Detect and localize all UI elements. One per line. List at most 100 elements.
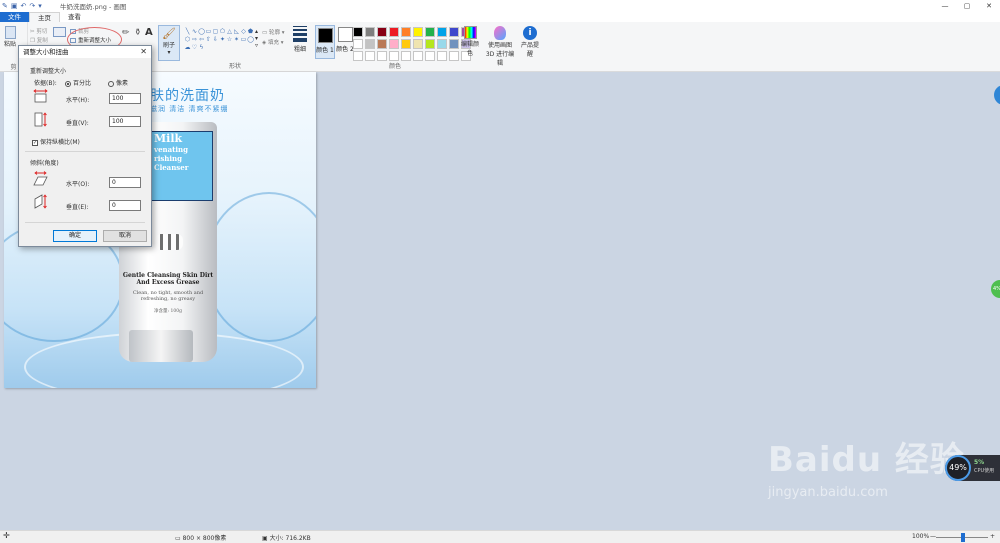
minimize-button[interactable]: — [934, 0, 956, 12]
polygon-shape-icon[interactable]: ⬠ [219, 28, 226, 36]
cpu-monitor-widget[interactable]: 49% 5% CPU使用 [945, 455, 1000, 481]
color-swatch[interactable] [413, 27, 423, 37]
color-swatch[interactable] [377, 27, 387, 37]
callout-oval-icon[interactable]: ◯ [247, 36, 254, 44]
close-button[interactable]: ✕ [978, 0, 1000, 12]
line-shape-icon[interactable]: ╲ [184, 28, 191, 36]
color1-button[interactable]: 颜色 1 [315, 25, 335, 59]
edit-colors-button[interactable]: 编辑颜色 [461, 26, 479, 57]
callout-cloud-icon[interactable]: ☁ [184, 44, 191, 52]
diamond-shape-icon[interactable]: ◇ [240, 28, 247, 36]
pixels-radio[interactable]: 像素 [108, 78, 128, 87]
color-swatch[interactable] [377, 39, 387, 49]
select-button[interactable] [53, 27, 66, 37]
outline-button[interactable]: ▭ 轮廓 ▾ [262, 28, 284, 36]
tab-home[interactable]: 主页 [29, 12, 60, 22]
undo-icon[interactable]: ↶ [21, 1, 27, 11]
color-swatch[interactable] [389, 27, 399, 37]
color2-button[interactable]: 颜色 2 [335, 25, 355, 59]
color-swatch[interactable] [377, 51, 387, 61]
cancel-button[interactable]: 取消 [103, 230, 147, 242]
heart-shape-icon[interactable]: ♡ [191, 44, 198, 52]
brush-button[interactable]: 🖌 刷子 ▾ [158, 25, 180, 61]
customize-qat-icon[interactable]: ▾ [38, 1, 42, 11]
dimensions-value: 800 × 800像素 [182, 535, 227, 542]
callout-rect-icon[interactable]: ▭ [240, 36, 247, 44]
color-swatch[interactable] [365, 39, 375, 49]
down-arrow-shape-icon[interactable]: ⇩ [212, 36, 219, 44]
redo-icon[interactable]: ↷ [29, 1, 35, 11]
dialog-close-icon[interactable]: ✕ [140, 46, 147, 58]
paint3d-button[interactable]: 使用画图 3D 进行编辑 [483, 26, 517, 67]
curve-shape-icon[interactable]: ∿ [191, 28, 198, 36]
image-headline: 肤的洗面奶 [150, 88, 225, 104]
color-swatch[interactable] [413, 39, 423, 49]
oval-shape-icon[interactable]: ◯ [198, 28, 205, 36]
tube-label-line: Cleanser [154, 163, 189, 172]
color-swatch[interactable] [413, 51, 423, 61]
tab-file[interactable]: 文件 [0, 12, 29, 22]
cut-button[interactable]: ✂ 剪切 [30, 27, 47, 35]
copy-button[interactable]: ❐ 复制 [30, 36, 48, 44]
left-arrow-shape-icon[interactable]: ⇦ [198, 36, 205, 44]
rounded-rect-shape-icon[interactable]: ▢ [212, 28, 219, 36]
color-swatch[interactable] [353, 51, 363, 61]
vertical-input[interactable]: 100 [109, 116, 141, 127]
color-swatch[interactable] [425, 27, 435, 37]
zoom-slider-thumb[interactable] [961, 533, 965, 542]
rectangle-shape-icon[interactable]: ▭ [205, 28, 212, 36]
hexagon-shape-icon[interactable]: ⬡ [184, 36, 191, 44]
brush-label: 刷子 [162, 42, 175, 49]
color-swatch[interactable] [401, 27, 411, 37]
six-point-star-icon[interactable]: ✶ [233, 36, 240, 44]
text-icon[interactable]: A [145, 27, 153, 38]
color-swatch[interactable] [437, 27, 447, 37]
zoom-in-button[interactable]: + [990, 533, 995, 540]
color-swatch[interactable] [353, 39, 363, 49]
shapes-gallery[interactable]: ╲ ∿ ◯ ▭ ▢ ⬠ △ ◺ ◇ ⬟ ⬡ ⇨ ⇦ ⇧ ⇩ ✦ ☆ ✶ ▭ ◯ ☁ ♡ ϟ [184, 28, 254, 52]
color-swatch[interactable] [437, 51, 447, 61]
skew-vertical-input[interactable]: 0 [109, 200, 141, 211]
color-swatch[interactable] [401, 39, 411, 49]
percent-radio[interactable]: 百分比 [65, 78, 91, 87]
keep-ratio-checkbox[interactable]: ✓ 保持纵横比(M) [32, 137, 80, 146]
color-swatch[interactable] [401, 51, 411, 61]
color-swatch[interactable] [365, 27, 375, 37]
maximize-button[interactable]: ▢ [956, 0, 978, 12]
tab-view[interactable]: 查看 [60, 12, 89, 22]
color-swatch[interactable] [389, 51, 399, 61]
cut-label: 剪切 [36, 29, 48, 35]
color-swatch[interactable] [425, 51, 435, 61]
ok-button[interactable]: 确定 [53, 230, 97, 242]
product-alert-button[interactable]: i 产品提醒 [521, 26, 539, 58]
triangle-shape-icon[interactable]: △ [226, 28, 233, 36]
shapes-scroll-icon[interactable]: ▴ ▾ ▿ [255, 28, 258, 49]
color-swatch[interactable] [353, 27, 363, 37]
pencil-icon[interactable]: ✏ [122, 28, 130, 38]
color-swatch[interactable] [365, 51, 375, 61]
lightning-shape-icon[interactable]: ϟ [198, 44, 205, 52]
paste-button[interactable]: 粘贴 [3, 26, 17, 48]
skew-vertical-label: 垂直(E): [66, 204, 89, 211]
color-swatch[interactable] [449, 39, 459, 49]
save-icon[interactable]: ▣ [11, 1, 18, 11]
color-swatch[interactable] [437, 39, 447, 49]
pentagon-shape-icon[interactable]: ⬟ [247, 28, 254, 36]
right-arrow-shape-icon[interactable]: ⇨ [191, 36, 198, 44]
color-swatch[interactable] [449, 51, 459, 61]
resize-skew-dialog: 调整大小和扭曲 ✕ 重新调整大小 依据(B): 百分比 像素 水平(H): 10… [18, 45, 152, 247]
color-swatch[interactable] [449, 27, 459, 37]
fill-icon[interactable]: ⚱ [134, 28, 142, 38]
four-point-star-icon[interactable]: ✦ [219, 36, 226, 44]
horizontal-input[interactable]: 100 [109, 93, 141, 104]
size-button[interactable]: 粗细 [291, 26, 309, 53]
color-swatch[interactable] [389, 39, 399, 49]
right-triangle-shape-icon[interactable]: ◺ [233, 28, 240, 36]
size-label: 粗细 [293, 46, 306, 53]
fill-shape-button[interactable]: ◈ 填充 ▾ [262, 38, 284, 46]
color-swatch[interactable] [425, 39, 435, 49]
skew-horizontal-input[interactable]: 0 [109, 177, 141, 188]
five-point-star-icon[interactable]: ☆ [226, 36, 233, 44]
tube-label-line: rishing [154, 154, 183, 163]
up-arrow-shape-icon[interactable]: ⇧ [205, 36, 212, 44]
